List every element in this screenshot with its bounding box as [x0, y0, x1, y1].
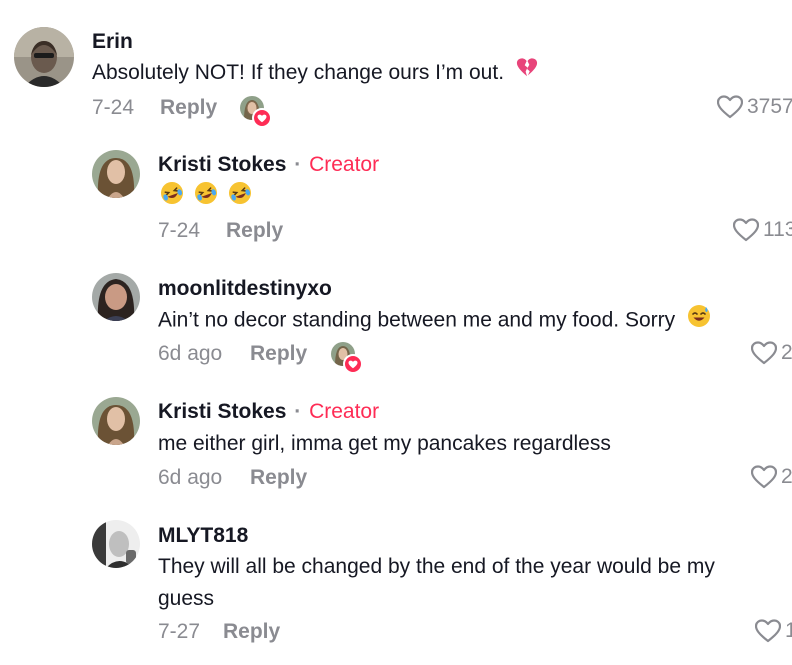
like-count: 3757: [747, 95, 792, 118]
heart-icon: [733, 218, 759, 242]
sweat-smile-icon: [687, 304, 711, 338]
username-line: Kristi Stokes · Creator: [158, 400, 379, 424]
avatar[interactable]: [92, 150, 140, 198]
like-count: 113: [763, 218, 792, 241]
username[interactable]: Erin: [92, 30, 133, 54]
comment-date: 6d ago: [158, 342, 223, 365]
comment-emojis: [160, 181, 252, 215]
heart-icon: [755, 619, 781, 643]
heart-badge-icon: [343, 354, 363, 374]
laughing-emoji-icon: [194, 181, 218, 205]
comment-text-line-1: They will all be changed by the end of t…: [158, 555, 715, 578]
laughing-emoji-icon: [228, 181, 252, 205]
creator-label: Creator: [309, 153, 380, 176]
comment-date: 7-24: [92, 96, 135, 119]
like-button[interactable]: 113: [733, 218, 792, 242]
creator-label: Creator: [309, 400, 380, 423]
laughing-emoji-icon: [160, 181, 184, 205]
avatar[interactable]: [92, 397, 140, 445]
creator-liked-badge: [240, 96, 272, 128]
avatar[interactable]: [92, 520, 140, 568]
reply-button[interactable]: Reply: [223, 620, 280, 644]
comment-date: 6d ago: [158, 466, 223, 489]
like-count: 1: [785, 619, 792, 642]
separator: ·: [294, 153, 302, 176]
comment-text: Absolutely NOT! If they change ours I’m …: [92, 57, 538, 89]
like-button[interactable]: 2: [751, 341, 792, 365]
comment-text-line-2: guess: [158, 587, 215, 610]
heart-icon: [717, 95, 743, 119]
username-line: Kristi Stokes · Creator: [158, 153, 379, 177]
username[interactable]: MLYT818: [158, 524, 248, 548]
creator-liked-badge: [331, 342, 363, 374]
comment-body: Ain’t no decor standing between me and m…: [158, 308, 676, 332]
comment-text: Ain’t no decor standing between me and m…: [158, 304, 711, 338]
reply-button[interactable]: Reply: [226, 219, 283, 243]
heart-icon: [751, 465, 777, 489]
reply-button[interactable]: Reply: [250, 342, 307, 366]
comment-date: 7-24: [158, 219, 201, 242]
broken-heart-icon: [516, 57, 538, 89]
username[interactable]: moonlitdestinyxo: [158, 277, 332, 301]
like-button[interactable]: 1: [755, 619, 792, 643]
comment-body: Absolutely NOT! If they change ours I’m …: [92, 61, 505, 84]
separator: ·: [294, 400, 302, 423]
avatar[interactable]: [14, 27, 74, 87]
reply-button[interactable]: Reply: [250, 466, 307, 490]
heart-badge-icon: [252, 108, 272, 128]
avatar[interactable]: [92, 273, 140, 321]
comment-date: 7-27: [158, 620, 201, 643]
username[interactable]: Kristi Stokes: [158, 153, 286, 176]
like-count: 2: [781, 341, 792, 364]
username[interactable]: Kristi Stokes: [158, 400, 286, 423]
like-button[interactable]: 2: [751, 465, 792, 489]
like-button[interactable]: 3757: [717, 95, 792, 119]
comment-text: me either girl, imma get my pancakes reg…: [158, 432, 611, 455]
reply-button[interactable]: Reply: [160, 96, 217, 120]
heart-icon: [751, 341, 777, 365]
like-count: 2: [781, 465, 792, 488]
